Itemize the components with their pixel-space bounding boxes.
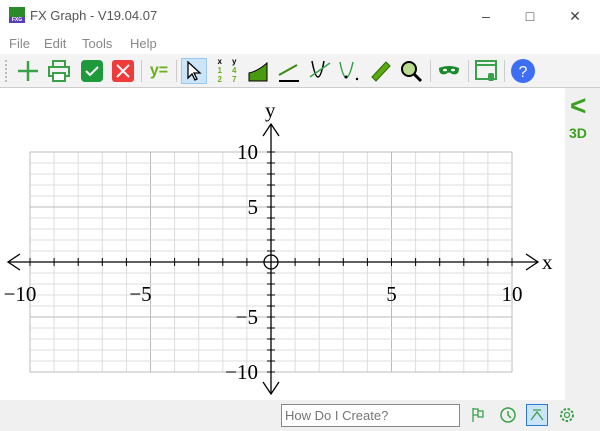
- window-title: FX Graph - V19.04.07: [30, 8, 158, 23]
- toolbar: y= xy 14 27 ?: [0, 54, 600, 88]
- zoom-button[interactable]: [398, 58, 424, 84]
- toolbar-separator: [430, 60, 431, 82]
- flag-icon: [472, 408, 484, 422]
- maximize-button[interactable]: □: [520, 6, 540, 26]
- area-button[interactable]: [245, 58, 271, 84]
- 3d-mode-button[interactable]: 3D: [569, 125, 587, 141]
- toolbar-separator: [504, 60, 505, 82]
- network-view-button[interactable]: [526, 404, 548, 426]
- axes: [6, 122, 540, 396]
- menu-help[interactable]: Help: [130, 36, 157, 51]
- equation-button[interactable]: y=: [146, 58, 172, 84]
- table-value: 1: [217, 65, 222, 75]
- app-logo-text: FXG: [9, 17, 25, 23]
- x-tick-label: 5: [386, 282, 397, 306]
- new-button[interactable]: [15, 58, 41, 84]
- measure-button[interactable]: [368, 58, 394, 84]
- printer-icon: [48, 60, 70, 82]
- history-icon: [500, 407, 516, 423]
- intersection-button[interactable]: [307, 58, 333, 84]
- hide-button[interactable]: [436, 58, 462, 84]
- menu-file[interactable]: File: [9, 36, 30, 51]
- help-icon: ?: [511, 59, 535, 83]
- cancel-button[interactable]: [110, 58, 136, 84]
- settings-button[interactable]: [556, 404, 578, 426]
- help-button[interactable]: ?: [510, 58, 536, 84]
- toolbar-separator: [176, 60, 177, 82]
- turning-points-button[interactable]: [336, 58, 362, 84]
- y-tick-label: −10: [225, 360, 258, 384]
- screen-click-icon: [475, 60, 497, 81]
- select-pointer-button[interactable]: [181, 58, 207, 84]
- y-tick-label: −5: [236, 305, 258, 329]
- how-do-i-search-input[interactable]: [281, 404, 460, 427]
- plus-icon: [18, 61, 38, 81]
- table-value: 2: [217, 74, 222, 84]
- x-axis-label: x: [542, 250, 553, 274]
- turning-point-icon: [339, 61, 359, 81]
- table-value: 7: [232, 74, 237, 84]
- collapse-panel-button[interactable]: <: [570, 90, 586, 122]
- x-tick-label: −10: [4, 282, 37, 306]
- toolbar-grip[interactable]: [5, 60, 7, 82]
- flag-button[interactable]: [467, 404, 489, 426]
- gear-icon: [560, 408, 574, 422]
- table-of-values-button[interactable]: xy 14 27: [214, 58, 240, 84]
- table-value: 4: [232, 65, 237, 75]
- app-logo-icon: FXG: [9, 7, 25, 23]
- history-button[interactable]: [497, 404, 519, 426]
- tangent-button[interactable]: [276, 58, 302, 84]
- menu-tools[interactable]: Tools: [82, 36, 112, 51]
- title-bar: FXG FX Graph - V19.04.07 – □ ✕: [0, 0, 600, 32]
- magnifier-icon: [401, 61, 423, 83]
- tangent-line-icon: [278, 64, 299, 82]
- side-panel: < 3D: [565, 88, 600, 400]
- cross-icon: [112, 60, 134, 82]
- print-button[interactable]: [46, 58, 72, 84]
- menu-edit[interactable]: Edit: [44, 36, 66, 51]
- check-icon: [81, 60, 103, 82]
- cursor-arrow-icon: [187, 60, 202, 81]
- accept-button[interactable]: [79, 58, 105, 84]
- close-button[interactable]: ✕: [565, 6, 585, 26]
- toolbar-separator: [468, 60, 469, 82]
- minimize-button[interactable]: –: [476, 6, 496, 26]
- area-under-curve-icon: [248, 61, 268, 82]
- y-tick-label: 10: [237, 140, 258, 164]
- graph-canvas[interactable]: x y −10 −5 5 10 10 5 −5 −10: [0, 88, 565, 400]
- toolbar-separator: [141, 60, 142, 82]
- menu-bar: File Edit Tools Help: [0, 32, 600, 54]
- mask-icon: [439, 66, 459, 75]
- network-icon: [530, 409, 544, 421]
- present-button[interactable]: [473, 58, 499, 84]
- y-axis-label: y: [265, 98, 276, 122]
- ruler-icon: [371, 61, 391, 82]
- x-tick-label: −5: [129, 282, 151, 306]
- intersect-curves-icon: [309, 60, 331, 78]
- x-tick-label: 10: [502, 282, 523, 306]
- svg-text:?: ?: [519, 64, 528, 81]
- y-tick-label: 5: [248, 195, 259, 219]
